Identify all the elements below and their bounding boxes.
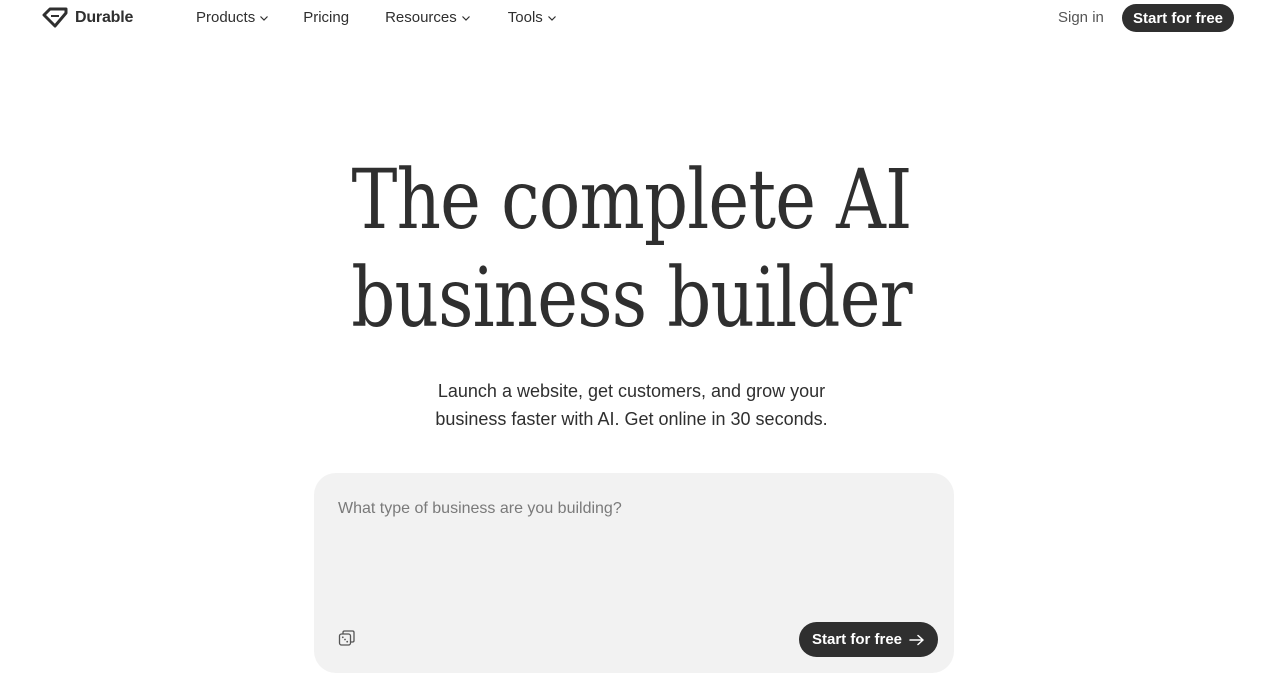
nav-pricing[interactable]: Pricing bbox=[303, 9, 349, 27]
dice-icon[interactable] bbox=[338, 629, 356, 647]
chevron-down-icon bbox=[260, 16, 269, 21]
nav-tools[interactable]: Tools bbox=[508, 9, 557, 27]
hero-subtitle-line-1: Launch a website, get customers, and gro… bbox=[437, 381, 826, 401]
nav-pricing-label: Pricing bbox=[303, 9, 350, 26]
chevron-down-icon bbox=[461, 16, 470, 21]
durable-logo-icon bbox=[42, 7, 68, 28]
nav-resources-label: Resources bbox=[385, 9, 457, 26]
business-type-input[interactable] bbox=[338, 497, 928, 597]
brand-logo[interactable]: Durable bbox=[42, 7, 133, 29]
start-for-free-header-button[interactable]: Start for free bbox=[1122, 4, 1234, 32]
chevron-down-icon bbox=[547, 16, 556, 21]
main-nav: Products Pricing Resources Tools bbox=[196, 9, 557, 27]
nav-tools-label: Tools bbox=[507, 9, 543, 26]
hero-subtitle: Launch a website, get customers, and gro… bbox=[0, 377, 1263, 433]
brand-name: Durable bbox=[75, 9, 134, 26]
hero-title-line-2: business builder bbox=[351, 251, 912, 346]
top-navigation-bar: Durable Products Pricing Resources Tools… bbox=[0, 0, 1263, 36]
arrow-right-icon bbox=[909, 634, 924, 645]
sign-in-link[interactable]: Sign in bbox=[1058, 9, 1104, 27]
start-for-free-label: Start for free bbox=[811, 631, 903, 648]
business-prompt-card: Start for free bbox=[314, 473, 954, 673]
start-for-free-header-label: Start for free bbox=[1132, 9, 1224, 27]
nav-products-label: Products bbox=[196, 9, 256, 26]
nav-resources[interactable]: Resources bbox=[385, 9, 471, 27]
hero-subtitle-line-2: business faster with AI. Get online in 3… bbox=[435, 409, 828, 429]
nav-products[interactable]: Products bbox=[196, 9, 269, 27]
start-for-free-button[interactable]: Start for free bbox=[799, 622, 938, 657]
hero-title-line-1: The complete AI bbox=[351, 153, 913, 248]
hero-title: The complete AI business builder bbox=[101, 152, 1162, 348]
